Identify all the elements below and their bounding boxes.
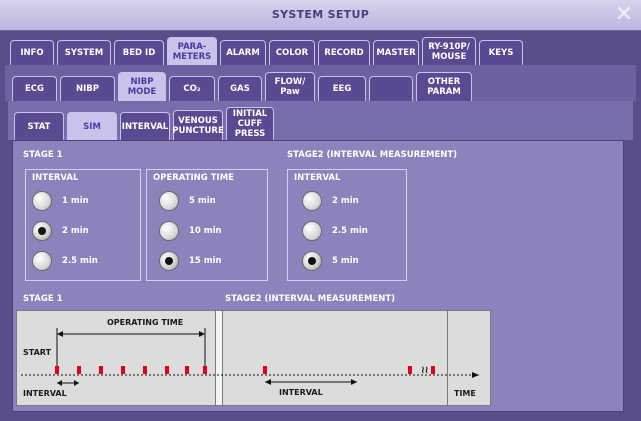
diagram-stage1-label: STAGE 1: [23, 294, 63, 304]
close-icon[interactable]: ✕: [613, 4, 635, 26]
tab-alarm[interactable]: ALARM: [220, 40, 266, 65]
timing-diagram: OPERATING TIME START INTERVAL INTERVAL T…: [16, 310, 491, 406]
tab-ry910p-mouse[interactable]: RY-910P/ MOUSE: [422, 37, 476, 65]
title-bar: SYSTEM SETUP ✕: [0, 0, 641, 31]
tab-bed-id[interactable]: BED ID: [114, 40, 164, 65]
tab-keys[interactable]: KEYS: [479, 40, 523, 65]
tab-gas[interactable]: GAS: [218, 76, 262, 101]
stage2-title: STAGE2 (INTERVAL MEASUREMENT): [287, 150, 458, 160]
arrowhead-icon: [351, 379, 357, 385]
tab-nibp[interactable]: NIBP: [60, 76, 115, 101]
tab-eeg[interactable]: EEG: [318, 76, 366, 101]
diagram-stage2-label: STAGE2 (INTERVAL MEASUREMENT): [225, 294, 396, 304]
arrowhead-icon: [74, 380, 79, 386]
arrowhead-icon: [57, 380, 62, 386]
stage1-interval-group: INTERVAL 1 min 2 min 2.5 min: [25, 169, 141, 281]
tab-flow-paw[interactable]: FLOW/ Paw: [265, 72, 315, 101]
operating-time-option[interactable]: 15 min: [159, 250, 222, 272]
arrowhead-icon: [57, 331, 63, 337]
system-setup-window: SYSTEM SETUP ✕ INFO SYSTEM BED ID PARA- …: [0, 0, 641, 421]
measurement-pulse: [431, 366, 435, 374]
measurement-pulse: [121, 366, 125, 374]
radio-button-selected[interactable]: [159, 251, 179, 271]
operating-time-option[interactable]: 5 min: [159, 190, 216, 212]
operating-time-group: OPERATING TIME 5 min 10 min 15 min: [146, 169, 268, 281]
radio-button[interactable]: [32, 191, 52, 211]
stage2-interval-option[interactable]: 5 min: [302, 250, 359, 272]
tab-stat[interactable]: STAT: [14, 112, 64, 140]
tab-color[interactable]: COLOR: [269, 40, 315, 65]
radio-button[interactable]: [159, 191, 179, 211]
measurement-pulse: [203, 366, 207, 374]
measurement-pulse: [408, 366, 412, 374]
measurement-pulse: [263, 366, 267, 374]
tab-parameters[interactable]: PARA- METERS: [167, 37, 217, 65]
tab-master[interactable]: MASTER: [373, 40, 419, 65]
measurement-pulse: [99, 366, 103, 374]
tab-venous-puncture[interactable]: VENOUS PUNCTURE: [172, 110, 224, 140]
stage1-interval-option[interactable]: 2.5 min: [32, 250, 98, 272]
window-title: SYSTEM SETUP: [271, 8, 370, 21]
stage1-interval-option[interactable]: 1 min: [32, 190, 89, 212]
stage2-interval-option[interactable]: 2 min: [302, 190, 359, 212]
tab-record[interactable]: RECORD: [318, 40, 370, 65]
arrowhead-icon: [265, 379, 271, 385]
radio-button-selected[interactable]: [32, 221, 52, 241]
timing-graphics: [21, 328, 479, 386]
radio-button[interactable]: [302, 191, 322, 211]
tab-co2[interactable]: CO₂: [169, 76, 215, 101]
radio-button[interactable]: [32, 251, 52, 271]
stage1-interval-title: INTERVAL: [32, 173, 79, 183]
tab-other-param[interactable]: OTHER PARAM: [416, 72, 472, 101]
operating-time-title: OPERATING TIME: [153, 173, 234, 183]
radio-button[interactable]: [302, 221, 322, 241]
radio-button-selected[interactable]: [302, 251, 322, 271]
stage1-interval-option[interactable]: 2 min: [32, 220, 89, 242]
measurement-pulse: [165, 366, 169, 374]
measurement-pulse: [143, 366, 147, 374]
time-arrow-icon: [472, 372, 479, 378]
tab-nibp-mode[interactable]: NIBP MODE: [118, 72, 166, 101]
operating-time-option[interactable]: 10 min: [159, 220, 222, 242]
measurement-pulse: [185, 366, 189, 374]
tab-blank[interactable]: [369, 76, 413, 101]
measurement-pulse: [55, 366, 59, 374]
tab-info[interactable]: INFO: [10, 40, 54, 65]
stage2-interval-title: INTERVAL: [294, 173, 341, 183]
tab-sim[interactable]: SIM: [67, 112, 117, 140]
tab-ecg[interactable]: ECG: [12, 76, 57, 101]
tab-initial-cuff-press[interactable]: INITIAL CUFF PRESS: [226, 107, 274, 140]
stage1-title: STAGE 1: [23, 150, 63, 160]
tab-system[interactable]: SYSTEM: [57, 40, 111, 65]
tab-interval[interactable]: INTERVAL: [120, 112, 170, 140]
stage2-interval-option[interactable]: 2.5 min: [302, 220, 368, 242]
stage2-interval-group: INTERVAL 2 min 2.5 min 5 min: [287, 169, 407, 281]
radio-button[interactable]: [159, 221, 179, 241]
measurement-pulse: [77, 366, 81, 374]
arrowhead-icon: [199, 331, 205, 337]
